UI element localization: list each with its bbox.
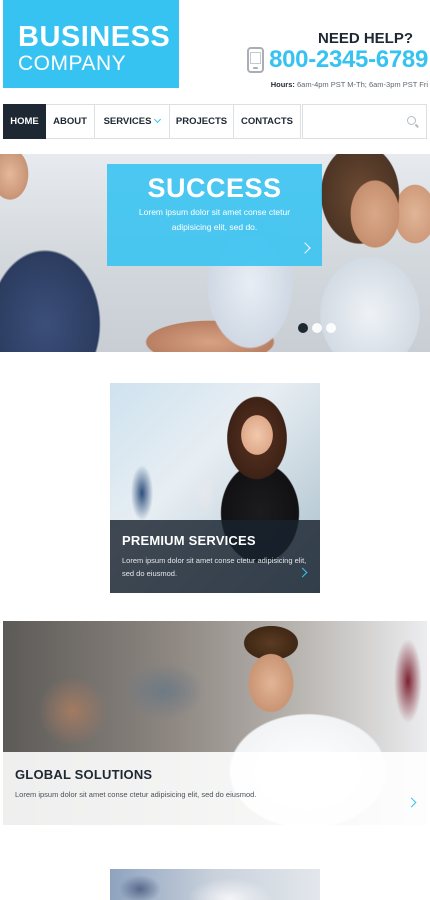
card-caption: GLOBAL SOLUTIONS Lorem ipsum dolor sit a… — [3, 752, 427, 825]
hours-label: Hours: — [270, 80, 295, 89]
nav-item-label: ABOUT — [53, 116, 87, 127]
phone-row: 800-2345-6789 — [247, 46, 428, 74]
slider-dot-3[interactable] — [326, 323, 336, 333]
nav-item-home[interactable]: HOME — [3, 104, 46, 139]
logo-line-2: COMPANY — [18, 52, 127, 75]
hours-value: 6am-4pm PST M-Th; 6am-3pm PST Fri — [296, 80, 428, 89]
card-text: Lorem ipsum dolor sit amet conse ctetur … — [15, 790, 257, 799]
hero-slider: SUCCESS Lorem ipsum dolor sit amet conse… — [0, 154, 430, 352]
nav-item-services[interactable]: SERVICES — [95, 104, 170, 139]
hero-title: SUCCESS — [147, 173, 282, 203]
premium-services-card[interactable]: PREMIUM SERVICES Lorem ipsum dolor sit a… — [110, 383, 320, 593]
phone-number[interactable]: 800-2345-6789 — [269, 46, 428, 74]
nav-item-contacts[interactable]: CONTACTS — [234, 104, 301, 139]
nav-item-label: HOME — [10, 116, 39, 127]
nav-item-label: SERVICES — [103, 116, 152, 127]
search-icon[interactable] — [407, 116, 416, 125]
hours: Hours: 6am-4pm PST M-Th; 6am-3pm PST Fri — [271, 80, 428, 89]
hero-text: Lorem ipsum dolor sit amet conse ctetur … — [138, 207, 291, 232]
chevron-right-icon[interactable] — [299, 242, 311, 254]
logo[interactable]: BUSINESS COMPANY — [3, 0, 179, 88]
search-input[interactable] — [303, 105, 398, 138]
slider-pagination — [298, 323, 336, 333]
slider-dot-2[interactable] — [312, 323, 322, 333]
card-title: GLOBAL SOLUTIONS — [15, 767, 153, 782]
search-box — [302, 104, 427, 139]
card-title: PREMIUM SERVICES — [122, 533, 256, 548]
phone-icon — [247, 47, 265, 73]
page: BUSINESS COMPANY NEED HELP? 800-2345-678… — [0, 0, 430, 900]
global-solutions-card[interactable]: GLOBAL SOLUTIONS Lorem ipsum dolor sit a… — [3, 621, 427, 825]
slider-dot-1[interactable] — [298, 323, 308, 333]
nav-item-about[interactable]: ABOUT — [46, 104, 95, 139]
logo-line-1: BUSINESS — [18, 21, 171, 53]
hero-caption: SUCCESS Lorem ipsum dolor sit amet conse… — [107, 164, 322, 266]
next-card-image[interactable] — [110, 869, 320, 900]
nav-item-label: CONTACTS — [240, 116, 294, 127]
need-help-heading: NEED HELP? — [317, 30, 413, 47]
nav-item-label: PROJECTS — [175, 116, 228, 127]
main-nav: HOME ABOUT SERVICES PROJECTS CONTACTS — [3, 104, 301, 139]
chevron-down-icon — [154, 115, 162, 124]
nav-item-projects[interactable]: PROJECTS — [170, 104, 234, 139]
card-caption: PREMIUM SERVICES Lorem ipsum dolor sit a… — [110, 520, 320, 593]
card-text: Lorem ipsum dolor sit amet conse ctetur … — [122, 556, 307, 578]
